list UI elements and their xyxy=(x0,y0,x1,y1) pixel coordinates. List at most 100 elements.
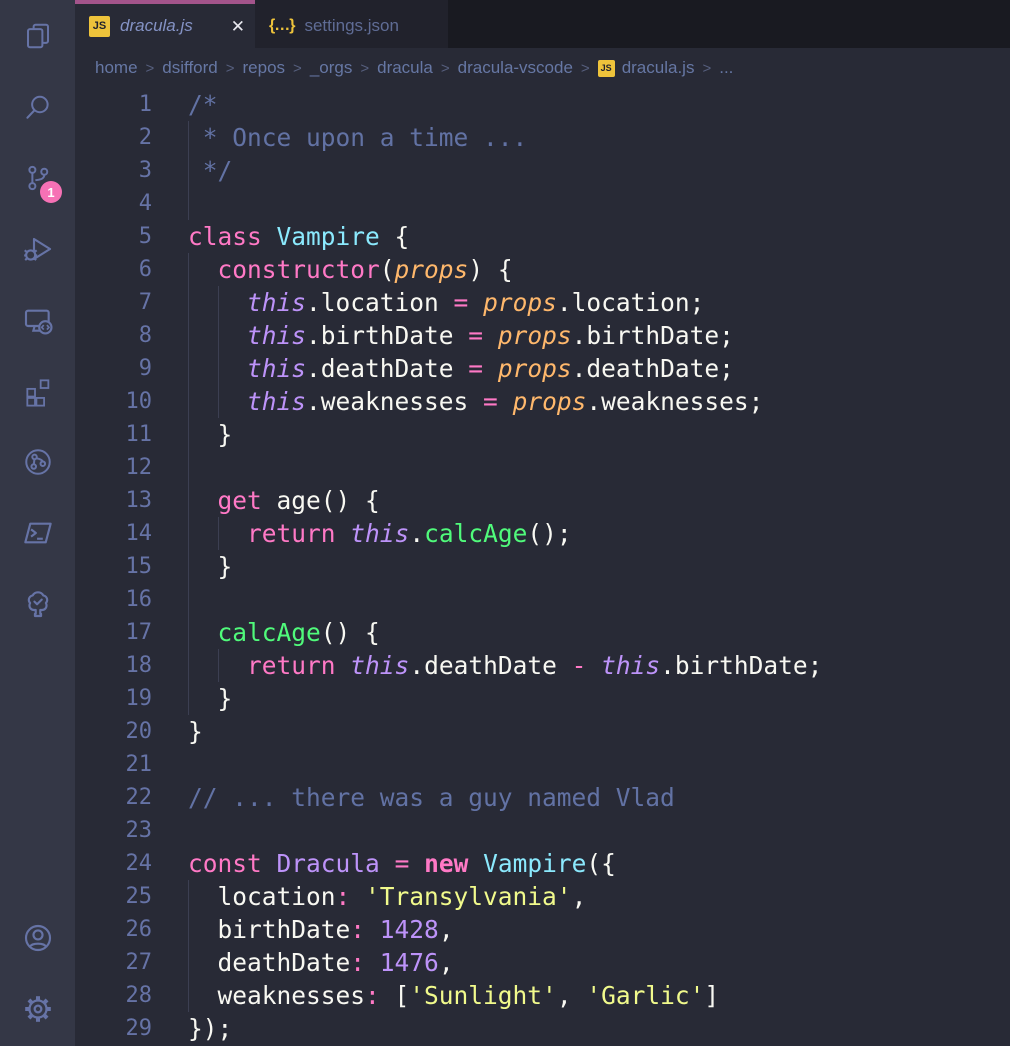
code-text: get age() { xyxy=(188,486,380,515)
code-text: /* xyxy=(188,90,218,119)
indent-guide xyxy=(188,682,189,715)
code-line: 26 birthDate: 1428, xyxy=(75,913,1010,946)
js-file-icon: JS xyxy=(89,16,110,37)
code-text: return this.deathDate - this.birthDate; xyxy=(188,651,822,680)
code-line: 1 /* xyxy=(75,88,1010,121)
todo-tree-icon[interactable] xyxy=(0,568,75,639)
code-line: 9 this.deathDate = props.deathDate; xyxy=(75,352,1010,385)
code-line: 14 return this.calcAge(); xyxy=(75,517,1010,550)
breadcrumb-item[interactable]: ... xyxy=(719,58,733,78)
code-text: const Dracula = new Vampire({ xyxy=(188,849,616,878)
breadcrumb-item[interactable]: home xyxy=(95,58,138,78)
line-number: 27 xyxy=(75,950,152,975)
code-line: 29}); xyxy=(75,1012,1010,1045)
breadcrumb-label: dracula xyxy=(377,58,433,78)
source-control-icon[interactable]: 1 xyxy=(0,142,75,213)
line-number: 20 xyxy=(75,719,152,744)
line-number: 18 xyxy=(75,653,152,678)
indent-guide xyxy=(188,550,189,583)
code-line: 18 return this.deathDate - this.birthDat… xyxy=(75,649,1010,682)
tab-settings-json[interactable]: {…} settings.json xyxy=(255,0,448,48)
line-number: 17 xyxy=(75,620,152,645)
chevron-right-icon: > xyxy=(702,60,711,77)
code-line: 25 location: 'Transylvania', xyxy=(75,880,1010,913)
indent-guide xyxy=(188,484,189,517)
accounts-icon[interactable] xyxy=(0,902,75,973)
code-text: */ xyxy=(188,156,232,185)
breadcrumb-label: ... xyxy=(719,58,733,78)
vscode-window: 1 xyxy=(0,0,1010,1046)
line-number: 2 xyxy=(75,125,152,150)
code-text: this.location = props.location; xyxy=(188,288,704,317)
code-line: 22// ... there was a guy named Vlad xyxy=(75,781,1010,814)
code-line: 10 this.weaknesses = props.weaknesses; xyxy=(75,385,1010,418)
chevron-right-icon: > xyxy=(441,60,450,77)
code-text: } xyxy=(188,717,203,746)
code-text: this.deathDate = props.deathDate; xyxy=(188,354,734,383)
chevron-right-icon: > xyxy=(293,60,302,77)
tab-title: settings.json xyxy=(304,16,438,36)
code-line: 3 */ xyxy=(75,154,1010,187)
line-number: 23 xyxy=(75,818,152,843)
settings-gear-icon[interactable] xyxy=(0,973,75,1044)
breadcrumb-item[interactable]: dsifford xyxy=(162,58,217,78)
breadcrumb-item[interactable]: dracula xyxy=(377,58,433,78)
code-text: calcAge() { xyxy=(188,618,380,647)
chevron-right-icon: > xyxy=(226,60,235,77)
powershell-icon[interactable] xyxy=(0,497,75,568)
extensions-icon[interactable] xyxy=(0,355,75,426)
indent-guide xyxy=(188,187,189,220)
breadcrumb-label: dracula-vscode xyxy=(458,58,573,78)
code-line: 23 xyxy=(75,814,1010,847)
line-number: 11 xyxy=(75,422,152,447)
search-icon[interactable] xyxy=(0,71,75,142)
indent-guide xyxy=(188,451,189,484)
indent-guide xyxy=(218,517,219,550)
line-number: 15 xyxy=(75,554,152,579)
line-number: 21 xyxy=(75,752,152,777)
git-graph-icon[interactable] xyxy=(0,426,75,497)
remote-explorer-icon[interactable] xyxy=(0,284,75,355)
line-number: 12 xyxy=(75,455,152,480)
json-file-icon: {…} xyxy=(269,17,294,35)
breadcrumb-item[interactable]: JSdracula.js xyxy=(598,58,695,78)
breadcrumb-item[interactable]: repos xyxy=(243,58,286,78)
run-debug-icon[interactable] xyxy=(0,213,75,284)
explorer-icon[interactable] xyxy=(0,0,75,71)
code-line: 20} xyxy=(75,715,1010,748)
code-line: 7 this.location = props.location; xyxy=(75,286,1010,319)
code-text: deathDate: 1476, xyxy=(188,948,454,977)
line-number: 6 xyxy=(75,257,152,282)
code-line: 16 xyxy=(75,583,1010,616)
code-line: 8 this.birthDate = props.birthDate; xyxy=(75,319,1010,352)
indent-guide xyxy=(188,286,189,319)
line-number: 16 xyxy=(75,587,152,612)
indent-guide xyxy=(188,154,189,187)
code-line: 5class Vampire { xyxy=(75,220,1010,253)
code-editor[interactable]: 1/*2 * Once upon a time ...3 */45class V… xyxy=(75,88,1010,1046)
breadcrumb-item[interactable]: _orgs xyxy=(310,58,353,78)
line-number: 19 xyxy=(75,686,152,711)
line-number: 28 xyxy=(75,983,152,1008)
code-text: birthDate: 1428, xyxy=(188,915,454,944)
close-icon[interactable]: ✕ xyxy=(231,18,245,35)
code-text: } xyxy=(188,552,232,581)
indent-guide xyxy=(218,649,219,682)
code-text: }); xyxy=(188,1014,232,1043)
source-control-badge: 1 xyxy=(40,181,62,203)
indent-guide xyxy=(188,616,189,649)
line-number: 5 xyxy=(75,224,152,249)
line-number: 25 xyxy=(75,884,152,909)
code-text: * Once upon a time ... xyxy=(188,123,527,152)
indent-guide xyxy=(188,979,189,1012)
indent-guide xyxy=(188,418,189,451)
code-line: 24const Dracula = new Vampire({ xyxy=(75,847,1010,880)
indent-guide xyxy=(218,385,219,418)
code-text: this.birthDate = props.birthDate; xyxy=(188,321,734,350)
breadcrumb-item[interactable]: dracula-vscode xyxy=(458,58,573,78)
line-number: 1 xyxy=(75,92,152,117)
indent-guide xyxy=(188,913,189,946)
indent-guide xyxy=(218,319,219,352)
tab-dracula-js[interactable]: JS dracula.js ✕ xyxy=(75,0,255,48)
indent-guide xyxy=(188,121,189,154)
